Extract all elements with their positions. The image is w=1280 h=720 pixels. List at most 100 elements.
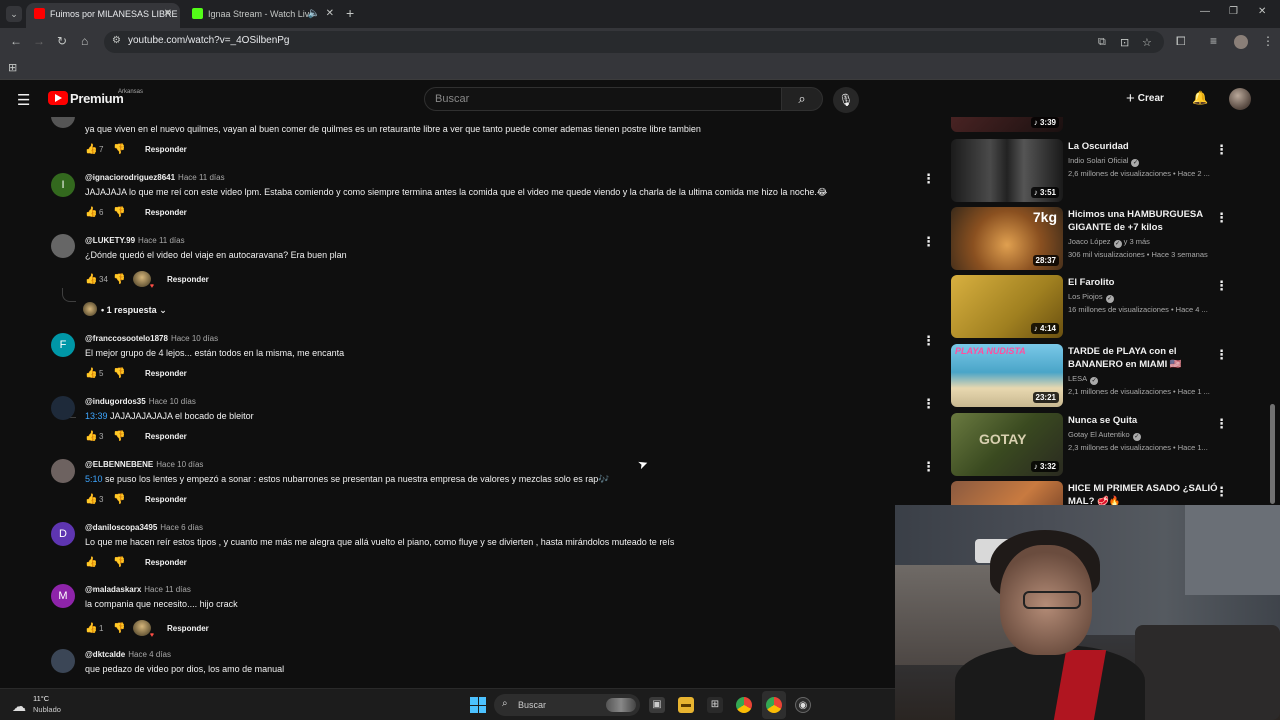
comment-avatar[interactable]: I	[51, 173, 75, 197]
related-video[interactable]: ♪ 3:39	[951, 117, 1263, 133]
video-thumbnail[interactable]: PLAYA NUDISTA 23:21	[951, 344, 1063, 407]
video-channel[interactable]: Gotay El Autentiko ✓	[1068, 430, 1141, 441]
video-thumbnail[interactable]: GOTAY ♪ 3:32	[951, 413, 1063, 476]
like-icon[interactable]: 👍	[85, 557, 97, 568]
comment-menu-icon[interactable]: ⋮	[922, 171, 935, 187]
reload-icon[interactable]: ↻	[57, 34, 67, 48]
dislike-icon[interactable]: 👎	[113, 274, 129, 285]
notifications-bell-icon[interactable]: 🔔	[1192, 90, 1208, 106]
store-icon[interactable]: ⊞	[707, 697, 723, 713]
comment-avatar[interactable]	[51, 459, 75, 483]
reply-button[interactable]: Responder	[167, 275, 209, 284]
tab-youtube[interactable]: Fuimos por MILANESAS LIBRE ✕	[26, 3, 180, 28]
profile-avatar[interactable]	[1234, 35, 1248, 49]
close-window-icon[interactable]: ✕	[1258, 6, 1266, 17]
video-thumbnail[interactable]: ♪ 3:51	[951, 139, 1063, 202]
reply-button[interactable]: Responder	[145, 208, 187, 217]
comment-menu-icon[interactable]: ⋮	[922, 234, 935, 250]
comment-date[interactable]: Hace 10 días	[149, 397, 196, 406]
close-tab-icon[interactable]: ✕	[326, 3, 334, 25]
new-tab-icon[interactable]: +	[346, 5, 354, 21]
youtube-logo-icon[interactable]	[48, 91, 68, 105]
tab-kick[interactable]: Ignaa Stream - Watch Live 🔈 ✕	[184, 3, 342, 28]
video-menu-icon[interactable]: ⋮	[1215, 416, 1228, 432]
video-title[interactable]: La Oscuridad	[1068, 140, 1218, 153]
like-icon[interactable]: 👍	[85, 623, 97, 634]
cloud-weather-icon[interactable]: ☁	[12, 698, 26, 715]
chrome-icon[interactable]	[736, 697, 752, 713]
video-thumbnail[interactable]: 7kg 28:37	[951, 207, 1063, 270]
mute-tab-icon[interactable]: 🔈	[308, 3, 320, 25]
reply-button[interactable]: Responder	[145, 432, 187, 441]
timestamp-link[interactable]: 13:39	[85, 411, 108, 421]
comment-menu-icon[interactable]: ⋮	[922, 117, 935, 120]
taskbar-search[interactable]: ⌕ Buscar	[494, 694, 640, 716]
translate-icon[interactable]: ⧉	[1098, 36, 1106, 49]
video-thumbnail[interactable]	[951, 481, 1063, 505]
minimize-icon[interactable]: —	[1200, 6, 1210, 17]
search-button[interactable]: ⌕	[781, 87, 823, 111]
video-title[interactable]: Nunca se Quita	[1068, 414, 1218, 427]
reply-button[interactable]: Responder	[145, 369, 187, 378]
comment-date[interactable]: Hace 10 días	[171, 334, 218, 343]
sidebar-scrollbar[interactable]	[1270, 404, 1275, 504]
search-input[interactable]	[425, 88, 781, 110]
video-title[interactable]: HICE MI PRIMER ASADO ¿SALIÓ MAL? 🥩🔥	[1068, 482, 1218, 505]
video-thumbnail[interactable]: ♪ 3:39	[951, 117, 1063, 132]
video-menu-icon[interactable]: ⋮	[1215, 278, 1228, 294]
video-channel[interactable]: Los Piojos ✓	[1068, 292, 1114, 303]
like-icon[interactable]: 👍	[85, 431, 97, 442]
related-video[interactable]: HICE MI PRIMER ASADO ¿SALIÓ MAL? 🥩🔥 ⋮	[951, 481, 1263, 505]
comment-author[interactable]: @maladaskarx	[85, 585, 141, 594]
video-title[interactable]: El Farolito	[1068, 276, 1218, 289]
like-icon[interactable]: 👍	[85, 368, 97, 379]
dislike-icon[interactable]: 👎	[113, 368, 129, 379]
comment-date[interactable]: Hace 11 días	[144, 585, 191, 594]
video-title[interactable]: Hicimos una HAMBURGUESA GIGANTE de +7 ki…	[1068, 208, 1218, 234]
bookmark-star-icon[interactable]: ☆	[1142, 36, 1152, 49]
dislike-icon[interactable]: 👎	[113, 144, 129, 155]
account-avatar[interactable]	[1229, 88, 1251, 110]
site-info-icon[interactable]: ⚙	[112, 35, 121, 46]
comment-avatar[interactable]	[51, 396, 75, 420]
file-explorer-icon[interactable]: ▬	[678, 697, 694, 713]
restore-icon[interactable]: ❐	[1229, 6, 1238, 17]
video-channel[interactable]: Joaco López ✓ y 3 más	[1068, 237, 1150, 248]
video-title[interactable]: TARDE de PLAYA con el BANANERO en MIAMI …	[1068, 345, 1218, 371]
reply-button[interactable]: Responder	[145, 495, 187, 504]
comment-date[interactable]: Hace 11 días	[138, 236, 185, 245]
chrome-active-icon[interactable]	[766, 697, 782, 713]
dislike-icon[interactable]: 👎	[113, 557, 129, 568]
comment-avatar[interactable]: M	[51, 584, 75, 608]
video-thumbnail[interactable]: ♪ 4:14	[951, 275, 1063, 338]
dislike-icon[interactable]: 👎	[113, 494, 129, 505]
tab-search-icon[interactable]: ⌄	[6, 6, 22, 22]
windows-start-icon[interactable]	[470, 697, 486, 713]
comment-date[interactable]: Hace 11 días	[178, 173, 225, 182]
comment-author[interactable]: @LUKETY.99	[85, 236, 135, 245]
related-video[interactable]: 7kg 28:37 Hicimos una HAMBURGUESA GIGANT…	[951, 207, 1263, 271]
youtube-premium-wordmark[interactable]: Premium	[70, 91, 124, 106]
comment-author[interactable]: @ignaciorodriguez8641	[85, 173, 175, 182]
comment-author[interactable]: @dktcalde	[85, 650, 125, 659]
home-icon[interactable]: ⌂	[81, 34, 88, 48]
comment-avatar[interactable]	[51, 117, 75, 128]
dislike-icon[interactable]: 👎	[113, 207, 129, 218]
dislike-icon[interactable]: 👎	[113, 623, 129, 634]
video-menu-icon[interactable]: ⋮	[1215, 142, 1228, 158]
weather-temperature[interactable]: 11°C	[33, 694, 49, 703]
extensions-icon[interactable]: ⧠	[1176, 34, 1186, 49]
browser-menu-icon[interactable]: ⋮	[1262, 34, 1274, 48]
address-bar[interactable]: ⚙ youtube.com/watch?v=_4OSilbenPg ⧉ ⊡ ☆	[104, 31, 1164, 53]
apps-grid-icon[interactable]: ⊞	[8, 61, 17, 74]
comment-menu-icon[interactable]: ⋮	[922, 396, 935, 412]
comment-author[interactable]: @daniloscopa3495	[85, 523, 157, 532]
weather-condition[interactable]: Nublado	[33, 705, 61, 714]
create-button[interactable]: + Crear	[1126, 89, 1164, 109]
reply-button[interactable]: Responder	[145, 145, 187, 154]
like-icon[interactable]: 👍	[85, 274, 97, 285]
reply-button[interactable]: Responder	[167, 624, 209, 633]
related-video[interactable]: PLAYA NUDISTA 23:21 TARDE de PLAYA con e…	[951, 344, 1263, 408]
comment-menu-icon[interactable]: ⋮	[922, 459, 935, 475]
view-replies-button[interactable]: • 1 respuesta ⌄	[83, 302, 167, 316]
